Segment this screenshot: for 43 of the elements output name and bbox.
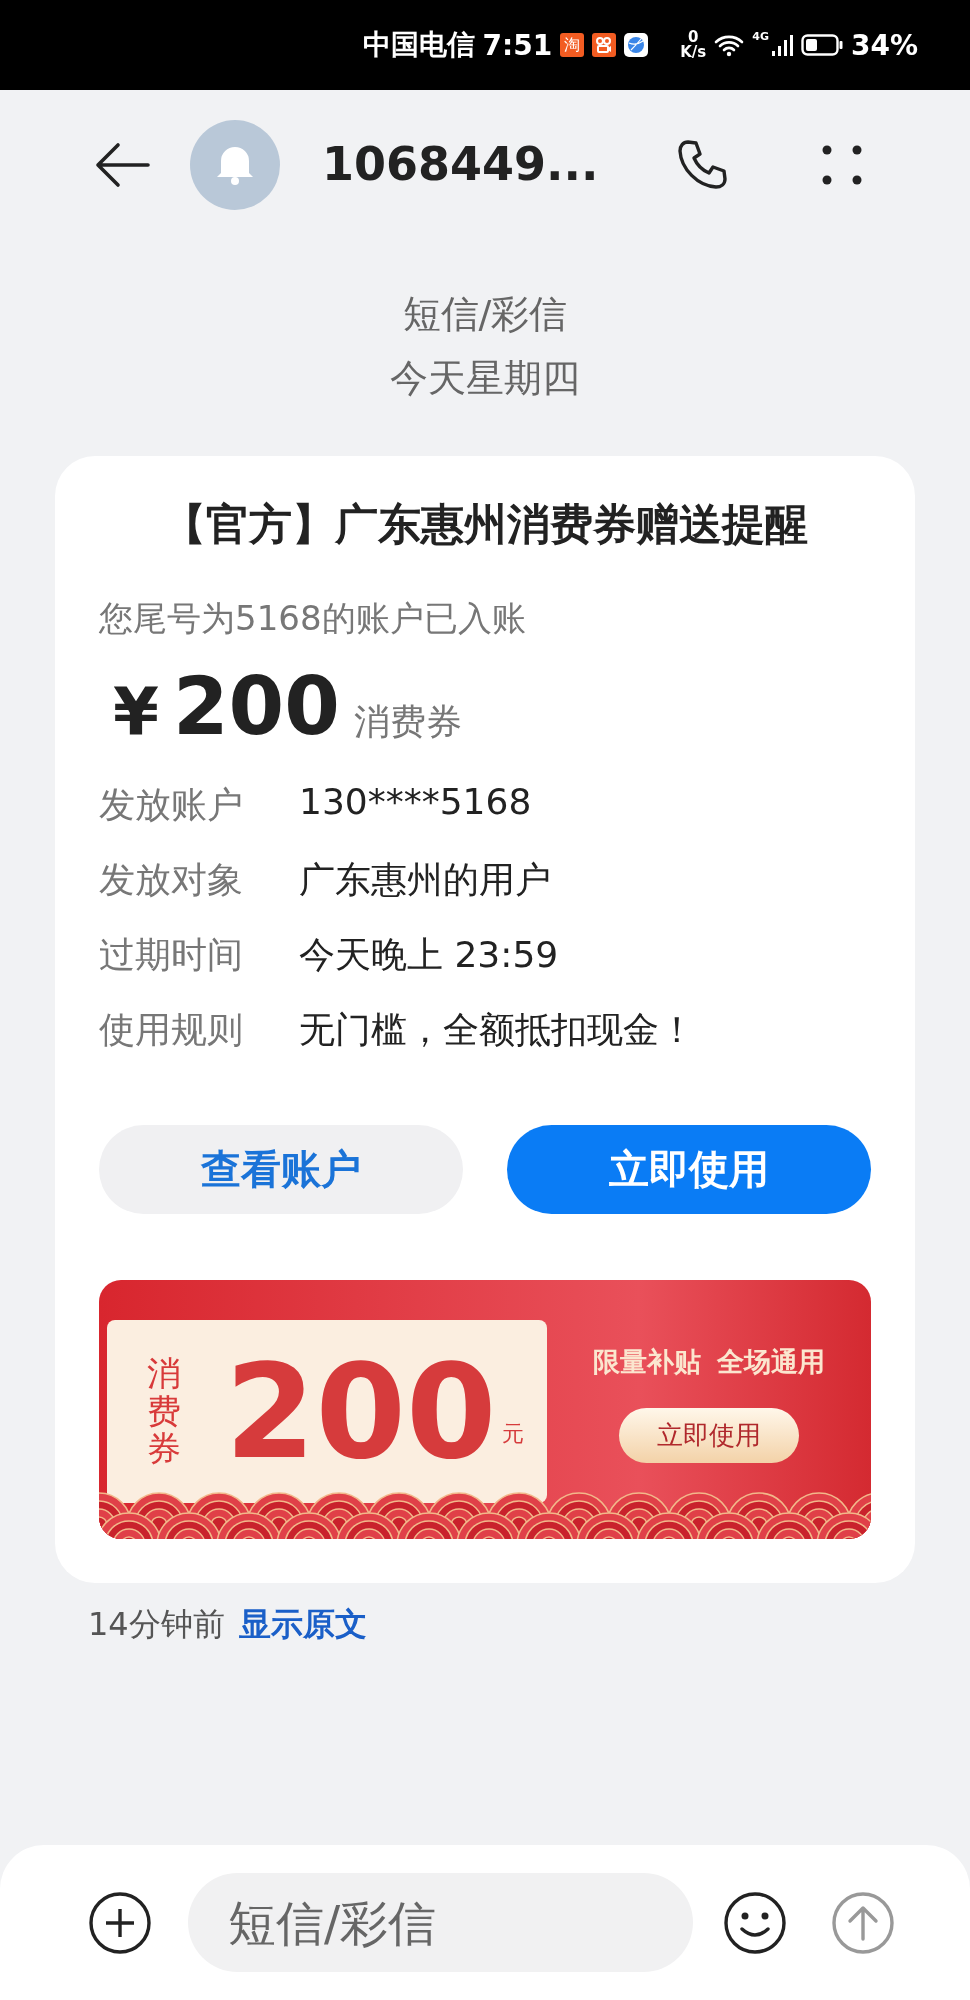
detail-value: 无门槛，全额抵扣现金！ xyxy=(299,1008,696,1052)
detail-label: 过期时间 xyxy=(99,933,244,977)
amount-value: 200 xyxy=(172,660,340,753)
detail-value: 广东惠州的用户 xyxy=(299,858,552,902)
signal-icon xyxy=(770,34,793,56)
coupon-banner[interactable]: 消费券 200 元 限量补贴 全场通用 立即使用 xyxy=(99,1280,871,1539)
banner-use-button[interactable]: 立即使用 xyxy=(619,1408,799,1463)
video-app-icon xyxy=(592,33,617,57)
message-input-field[interactable]: 短信/彩信 xyxy=(188,1873,693,1972)
shopping-app-icon: 淘 xyxy=(560,33,585,57)
wifi-icon xyxy=(714,33,745,57)
message-notice: 您尾号为5168的账户已入账 xyxy=(99,597,527,640)
net-speed-unit: K/s xyxy=(680,45,707,60)
net-speed-value: 0 xyxy=(688,30,699,45)
detail-value: 130****5168 xyxy=(299,781,533,824)
view-account-button[interactable]: 查看账户 xyxy=(99,1125,463,1214)
use-now-button[interactable]: 立即使用 xyxy=(507,1125,871,1214)
amount-unit: 消费券 xyxy=(353,700,462,744)
carrier-name: 中国电信 xyxy=(362,27,475,63)
emoji-icon[interactable] xyxy=(723,1890,787,1955)
message-title: 【官方】广东惠州消费券赠送提醒 xyxy=(161,498,809,551)
detail-label: 发放账户 xyxy=(99,783,244,827)
coupon-tag: 消费券 xyxy=(147,1355,183,1468)
coupon-unit: 元 xyxy=(502,1420,525,1448)
sent-time: 14分钟前 xyxy=(88,1604,225,1645)
currency-symbol: ¥ xyxy=(113,673,159,750)
battery-percent: 34% xyxy=(850,28,918,62)
network-type: 4G xyxy=(752,30,769,43)
coupon-amount: 200 xyxy=(225,1335,497,1488)
channel-label: 短信/彩信 xyxy=(402,291,568,338)
contact-number: 1068449... xyxy=(322,136,599,194)
banner-slogan: 限量补贴 xyxy=(593,1345,701,1379)
battery-icon xyxy=(800,33,843,57)
detail-label: 发放对象 xyxy=(99,858,244,902)
clock-time: 7:51 xyxy=(482,28,553,62)
add-icon[interactable] xyxy=(88,1890,152,1955)
globe-app-icon xyxy=(624,33,649,57)
banner-slogan: 全场通用 xyxy=(717,1345,825,1379)
bell-avatar-icon xyxy=(190,120,280,210)
show-original-link[interactable]: 显示原文 xyxy=(238,1603,367,1647)
detail-value: 今天晚上 23:59 xyxy=(299,933,560,977)
date-label: 今天星期四 xyxy=(390,355,580,402)
detail-label: 使用规则 xyxy=(99,1008,244,1052)
